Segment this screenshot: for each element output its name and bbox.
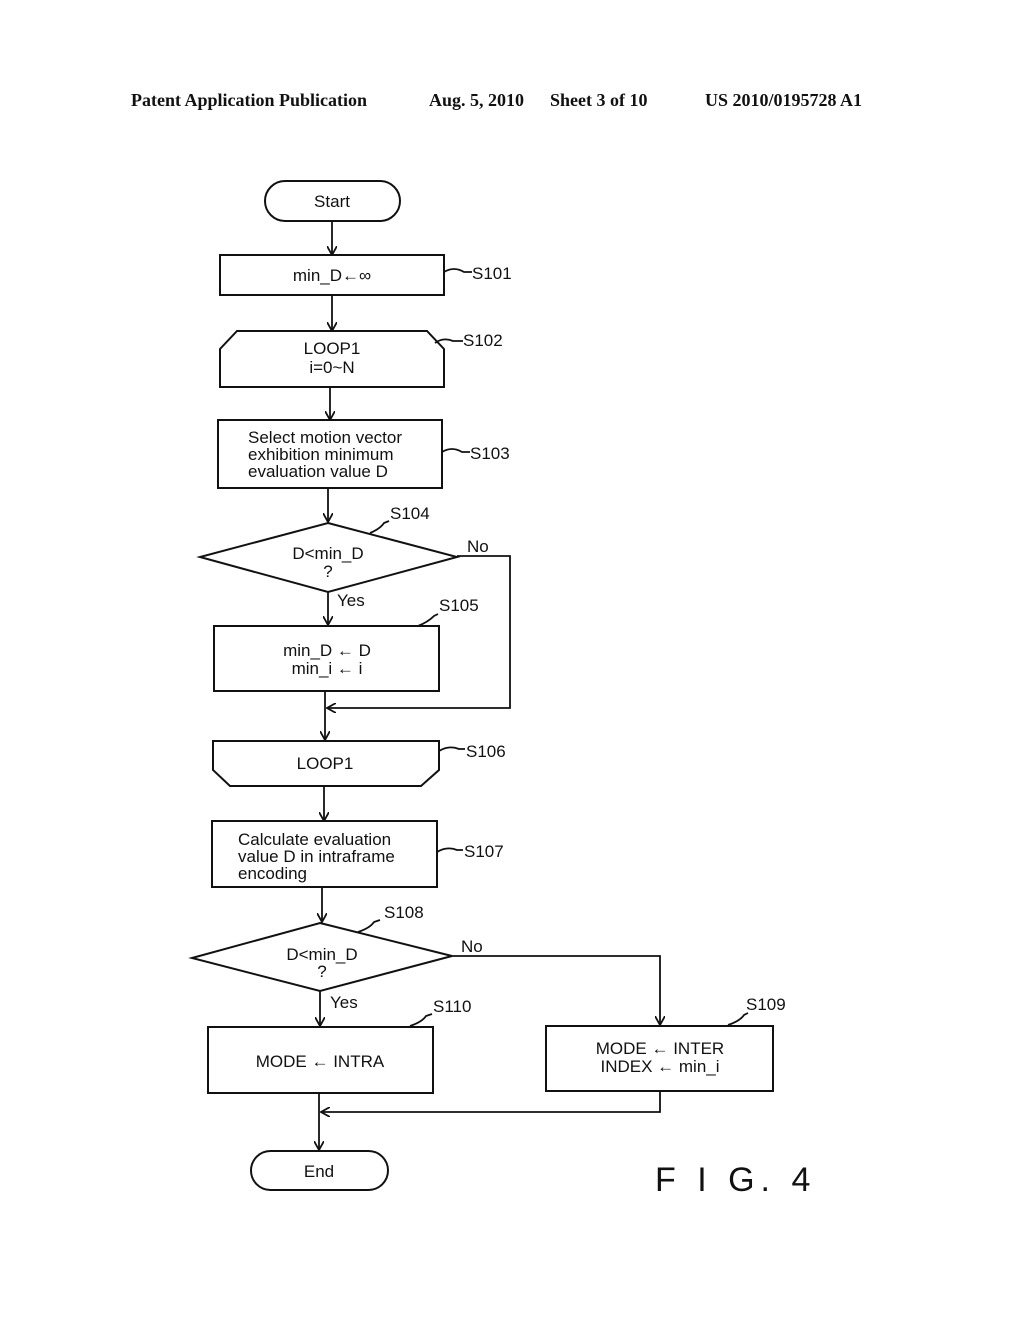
- s109-tag: S109: [746, 995, 786, 1014]
- s104-tag: S104: [390, 504, 430, 523]
- s110-text: MODE ← INTRA: [256, 1052, 385, 1071]
- s109-text-line1: MODE ← INTER: [596, 1039, 724, 1058]
- s104-text-line1: D<min_D: [292, 544, 363, 563]
- s110-tag: S110: [433, 997, 471, 1016]
- step-s106-loop-end: LOOP1 S106: [212, 740, 506, 787]
- end-terminal: End: [250, 1150, 389, 1191]
- s104-yes-label: Yes: [337, 591, 365, 610]
- start-text: Start: [314, 192, 350, 211]
- step-s101: min_D←∞ S101: [219, 254, 512, 296]
- step-s105: min_D ← D min_i ← i S105: [213, 596, 479, 692]
- s104-no-label: No: [467, 537, 489, 556]
- s102-leader: [434, 338, 463, 344]
- s106-tag: S106: [466, 742, 506, 761]
- s108-leader: [357, 919, 381, 933]
- s107-tag: S107: [464, 842, 504, 861]
- s105-tag: S105: [439, 596, 479, 615]
- s103-text-line3: evaluation value D: [248, 462, 388, 481]
- s106-leader: [438, 746, 465, 752]
- s104-leader: [369, 520, 390, 534]
- step-s109: MODE ← INTER INDEX ← min_i S109: [545, 995, 786, 1092]
- arrow-s108-no: [452, 955, 660, 1024]
- step-s102-loop-start: LOOP1 i=0~N S102: [219, 330, 503, 388]
- flowchart: Start min_D←∞ S101 LOOP1 i=0~N S102 Sele…: [188, 180, 816, 1199]
- figure-label: F I G. 4: [655, 1161, 816, 1199]
- s108-text-line2: ?: [317, 962, 326, 981]
- s104-text-line2: ?: [323, 562, 332, 581]
- start-terminal: Start: [264, 180, 401, 222]
- step-s107: Calculate evaluation value D in intrafra…: [211, 820, 504, 888]
- s103-leader: [441, 448, 470, 453]
- s102-text-line2: i=0~N: [309, 358, 354, 377]
- s109-leader: [727, 1012, 749, 1026]
- s110-leader: [409, 1013, 433, 1027]
- s103-tag: S103: [470, 444, 510, 463]
- s102-text-line1: LOOP1: [304, 339, 361, 358]
- s101-leader: [443, 268, 472, 273]
- step-s103: Select motion vector exhibition minimum …: [217, 419, 510, 489]
- end-text: End: [304, 1162, 334, 1181]
- s108-no-label: No: [461, 937, 483, 956]
- s106-text: LOOP1: [297, 754, 354, 773]
- s101-text: min_D←∞: [293, 266, 371, 285]
- s108-tag: S108: [384, 903, 424, 922]
- s105-text-line2: min_i ← i: [292, 659, 363, 678]
- s105-text-line1: min_D ← D: [283, 641, 371, 660]
- s109-text-line2: INDEX ← min_i: [600, 1057, 719, 1076]
- s107-text-line3: encoding: [238, 864, 307, 883]
- arrow-s109-merge: [322, 1091, 661, 1112]
- s107-leader: [436, 847, 463, 853]
- s101-tag: S101: [472, 264, 512, 283]
- s102-tag: S102: [463, 331, 503, 350]
- s105-leader: [417, 613, 439, 627]
- s108-yes-label: Yes: [330, 993, 358, 1012]
